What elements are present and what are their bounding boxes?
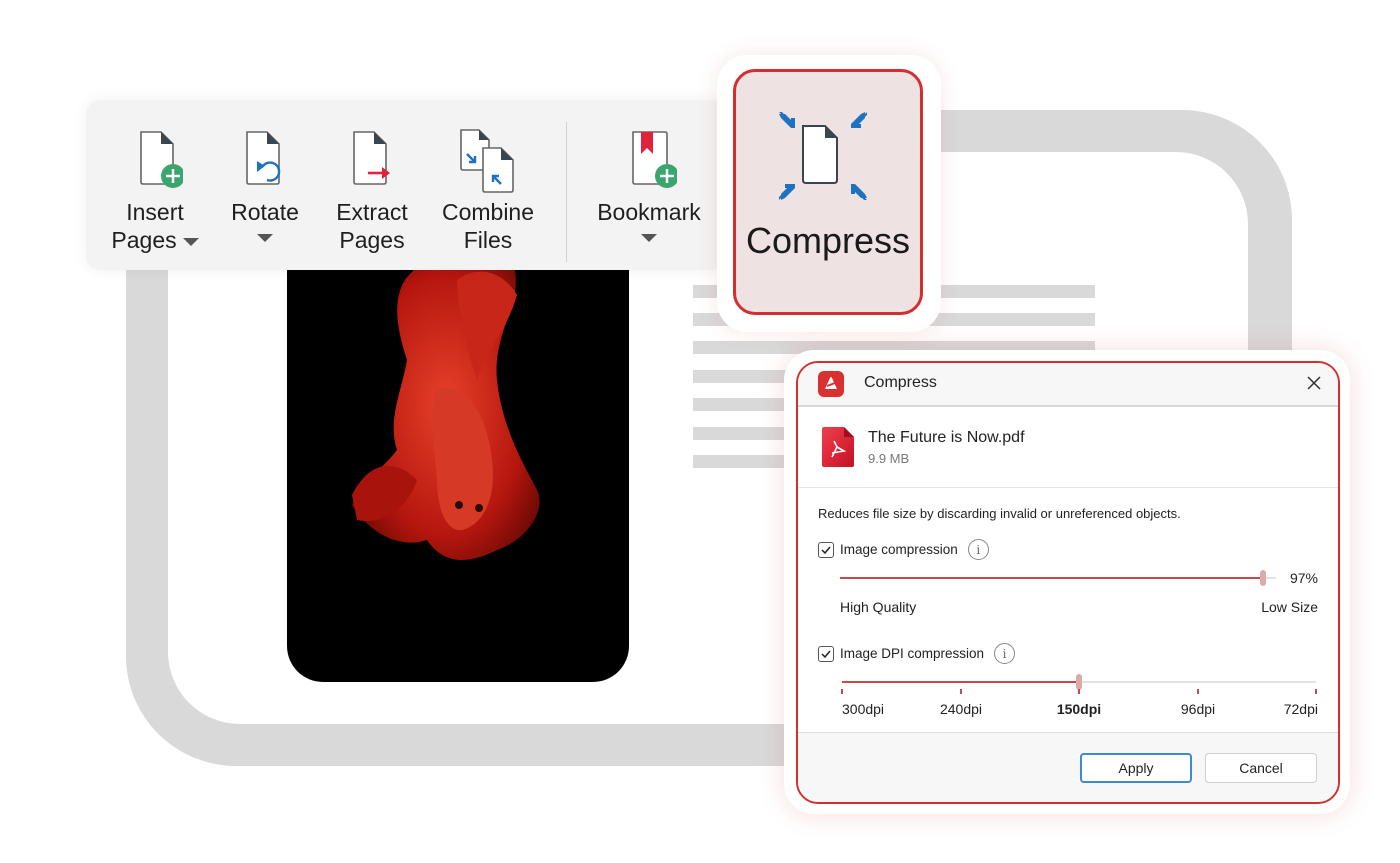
bookmark-label: Bookmark <box>597 199 701 225</box>
combine-files-label-line2: Files <box>463 227 513 253</box>
dpi-option-96dpi[interactable]: 96dpi <box>1181 701 1215 717</box>
dpi-tick <box>1197 689 1199 694</box>
image-compression-row: Image compression i <box>818 539 989 560</box>
dpi-compression-info-icon[interactable]: i <box>994 643 1016 664</box>
dpi-compression-checkbox[interactable] <box>818 645 834 662</box>
extract-pages-icon <box>353 131 390 185</box>
rotate-icon <box>246 131 281 185</box>
checkmark-icon <box>821 546 831 554</box>
insert-pages-button[interactable]: Insert Pages <box>110 128 200 254</box>
file-name: The Future is Now.pdf <box>868 429 1025 446</box>
low-size-label: Low Size <box>1261 599 1318 615</box>
dpi-option-300dpi[interactable]: 300dpi <box>842 701 884 717</box>
bookmark-button[interactable]: Bookmark <box>591 128 707 242</box>
insert-pages-label-line2: Pages <box>111 227 177 253</box>
extract-pages-button[interactable]: Extract Pages <box>329 128 415 254</box>
dpi-slider-thumb[interactable] <box>1076 674 1082 690</box>
image-compression-value: 97% <box>1289 570 1318 586</box>
dpi-option-150dpi[interactable]: 150dpi <box>1057 701 1101 717</box>
rotate-dropdown-icon[interactable] <box>256 234 273 242</box>
dpi-tick <box>960 689 962 694</box>
dpi-option-240dpi[interactable]: 240dpi <box>940 701 982 717</box>
image-compression-slider-fill <box>840 577 1263 579</box>
combine-files-icon <box>460 129 514 193</box>
close-icon <box>1307 376 1321 390</box>
ribbon-toolbar: Insert Pages Rotate Extract Pages Combin… <box>86 100 726 270</box>
dpi-compression-slider[interactable] <box>842 674 1316 690</box>
rotate-button[interactable]: Rotate <box>222 128 308 242</box>
compress-label: Compress <box>745 220 911 261</box>
combine-files-label-line1: Combine <box>441 199 535 225</box>
insert-pages-dropdown-icon[interactable] <box>182 237 199 246</box>
image-compression-checkbox[interactable] <box>818 541 834 558</box>
extract-pages-label-line2: Pages <box>339 227 405 253</box>
bookmark-icon <box>632 131 677 188</box>
betta-fish-image <box>287 240 629 682</box>
dpi-option-72dpi[interactable]: 72dpi <box>1284 701 1318 717</box>
dpi-slider-fill <box>842 681 1079 683</box>
close-button[interactable] <box>1302 371 1326 395</box>
image-compression-label: Image compression <box>840 542 958 557</box>
bookmark-dropdown-icon[interactable] <box>640 234 657 242</box>
app-logo-icon <box>818 371 844 397</box>
image-compression-slider-thumb[interactable] <box>1260 570 1266 586</box>
compress-icon <box>779 112 867 200</box>
dpi-tick <box>841 689 843 694</box>
image-compression-slider[interactable] <box>840 570 1276 586</box>
dpi-tick <box>1315 689 1317 694</box>
compress-button[interactable]: Compress <box>733 69 923 315</box>
insert-pages-icon <box>140 131 183 188</box>
dpi-compression-label: Image DPI compression <box>840 646 985 661</box>
fish-illustration <box>352 249 540 560</box>
combine-files-button[interactable]: Combine Files <box>438 128 538 254</box>
cancel-button[interactable]: Cancel <box>1205 753 1317 783</box>
apply-button[interactable]: Apply <box>1080 753 1192 783</box>
insert-pages-label-line1: Insert <box>126 199 184 225</box>
ribbon-separator <box>566 122 567 262</box>
extract-pages-label-line1: Extract <box>336 199 408 225</box>
file-info: The Future is Now.pdf 9.9 MB <box>798 407 1338 488</box>
dialog-title: Compress <box>864 374 937 391</box>
rotate-label: Rotate <box>231 199 299 225</box>
dpi-compression-row: Image DPI compression i <box>818 643 1016 664</box>
image-compression-info-icon[interactable]: i <box>967 539 989 560</box>
dialog-description: Reduces file size by discarding invalid … <box>818 506 1181 521</box>
dialog-footer: Apply Cancel <box>798 732 1338 802</box>
pdf-file-icon <box>822 427 854 472</box>
checkmark-icon <box>821 650 831 658</box>
file-size: 9.9 MB <box>868 451 910 466</box>
dialog-title-bar: Compress <box>798 363 1338 407</box>
dpi-tick <box>1078 689 1080 694</box>
compress-dialog: Compress The Future is Now.pdf 9.9 MB Re… <box>796 361 1340 804</box>
high-quality-label: High Quality <box>840 599 917 615</box>
